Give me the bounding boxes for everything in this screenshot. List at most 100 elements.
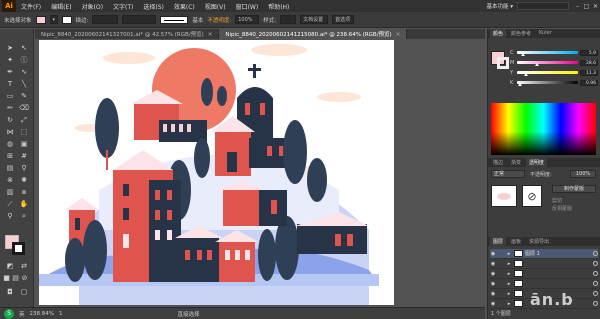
default-colors-icon[interactable]: ◩ — [4, 261, 16, 271]
tab-close-icon[interactable]: ✕ — [208, 32, 213, 38]
tab-kuler[interactable]: Kuler — [536, 29, 555, 38]
magic-wand-tool-icon[interactable]: ✦ — [4, 55, 16, 65]
zoom-out-tool-icon[interactable]: ⌕ — [18, 211, 30, 221]
menu-item[interactable]: 效果(C) — [169, 2, 200, 11]
menu-item[interactable]: 对象(O) — [77, 2, 108, 11]
gradient-mode-icon[interactable]: ▤ — [11, 273, 20, 283]
shape-builder-tool-icon[interactable]: ◍ — [4, 139, 16, 149]
fill-dropdown[interactable]: ▾ — [49, 15, 58, 24]
target-icon[interactable] — [593, 271, 598, 276]
tab-stroke[interactable]: 描边 — [490, 158, 506, 167]
eraser-tool-icon[interactable]: ⌫ — [18, 103, 30, 113]
color-slider-row[interactable]: K 0.96 — [510, 79, 598, 86]
artboard-tool-icon[interactable]: ⧈ — [18, 187, 30, 197]
target-icon[interactable] — [593, 301, 598, 306]
eye-icon[interactable]: ◉ — [490, 291, 496, 297]
expand-arrow-icon[interactable]: ▸ — [506, 281, 512, 287]
opacity-field[interactable]: 100% — [570, 170, 596, 178]
live-paint-tool-icon[interactable]: ▣ — [18, 139, 30, 149]
expand-arrow-icon[interactable]: ▸ — [506, 271, 512, 277]
tab-color-guide[interactable]: 颜色参考 — [508, 29, 534, 38]
expand-arrow-icon[interactable]: ▸ — [506, 261, 512, 267]
layer-row[interactable]: ◉ ▸ 图层 1 — [490, 249, 598, 259]
tab-gradient[interactable]: 渐变 — [508, 158, 524, 167]
perspective-grid-tool-icon[interactable]: ⊞ — [4, 151, 16, 161]
pencil-tool-icon[interactable]: ✏ — [4, 103, 16, 113]
eye-icon[interactable]: ◉ — [490, 301, 496, 307]
color-spectrum-picker[interactable] — [491, 103, 596, 155]
slider-value-input[interactable]: 28.6 — [580, 59, 598, 66]
rotate-tool-icon[interactable]: ↻ — [4, 115, 16, 125]
width-tool-icon[interactable]: ⋈ — [4, 127, 16, 137]
maximize-button[interactable]: □ — [582, 3, 591, 10]
layer-name[interactable]: 图层 1 — [525, 250, 591, 257]
layer-row[interactable]: ◉ ▸ — [490, 259, 598, 269]
eye-icon[interactable]: ◉ — [490, 251, 496, 257]
stroke-color-box[interactable] — [12, 242, 25, 255]
direct-selection-tool-icon[interactable]: ↖ — [18, 43, 30, 53]
hand-tool-icon[interactable]: ✋ — [18, 199, 30, 209]
pen-tool-icon[interactable]: ✒ — [4, 67, 16, 77]
expand-arrow-icon[interactable]: ▸ — [506, 301, 512, 307]
expand-arrow-icon[interactable]: ▸ — [506, 291, 512, 297]
zoom-level[interactable]: 238.84% — [30, 311, 54, 317]
gradient-tool-icon[interactable]: ▤ — [4, 163, 16, 173]
mask-none-icon[interactable]: ⊘ — [522, 185, 542, 207]
screen-mode-icon[interactable]: ▢ — [18, 287, 30, 297]
slice-tool-icon[interactable]: ⟋ — [4, 199, 16, 209]
tab-asset-export[interactable]: 资源导出 — [526, 237, 552, 246]
clip-checkbox[interactable]: 剪切 — [552, 197, 562, 204]
opacity-input[interactable]: 100% — [235, 15, 260, 24]
swap-colors-icon[interactable]: ⇄ — [18, 261, 30, 271]
curvature-tool-icon[interactable]: ∿ — [18, 67, 30, 77]
menu-item[interactable]: 窗口(W) — [231, 2, 264, 11]
tab-close-icon[interactable]: ✕ — [396, 32, 401, 38]
type-tool-icon[interactable]: T — [4, 79, 16, 89]
slider-track[interactable] — [517, 81, 578, 86]
menu-item[interactable]: 选择(S) — [138, 2, 169, 11]
graphic-style-dropdown[interactable] — [280, 15, 297, 24]
expand-arrow-icon[interactable]: ▸ — [506, 251, 512, 257]
target-icon[interactable] — [593, 251, 598, 256]
target-icon[interactable] — [593, 291, 598, 296]
tab-transparency[interactable]: 透明度 — [526, 158, 548, 167]
page-number[interactable]: 1 — [59, 311, 63, 317]
invert-mask-checkbox[interactable]: 反相蒙版 — [552, 205, 572, 212]
tab-artboards[interactable]: 画板 — [508, 237, 524, 246]
color-mode-icon[interactable]: ■ — [2, 273, 11, 283]
selection-tool-icon[interactable]: ➤ — [4, 43, 16, 53]
slider-track[interactable] — [517, 61, 578, 66]
drawing-mode-icon[interactable]: ◘ — [4, 287, 16, 297]
tab-color[interactable]: 颜色 — [490, 29, 507, 38]
menu-item[interactable]: 编辑(E) — [46, 2, 76, 11]
paintbrush-tool-icon[interactable]: ✎ — [18, 91, 30, 101]
opacity-label[interactable]: 不透明度: — [207, 16, 231, 24]
color-slider-row[interactable]: C 5.9 — [510, 49, 598, 56]
layer-row[interactable]: ◉ ▸ — [490, 279, 598, 289]
none-mode-icon[interactable]: ⊘ — [20, 273, 29, 283]
color-slider-row[interactable]: Y 11.3 — [510, 69, 598, 76]
slider-handle[interactable] — [517, 83, 522, 86]
preferences-button[interactable]: 首选项 — [332, 15, 355, 24]
stroke-color-swatch[interactable] — [61, 15, 72, 24]
slider-track[interactable] — [517, 71, 578, 76]
panel-stroke-swatch[interactable] — [497, 57, 509, 69]
slider-handle[interactable] — [523, 73, 528, 76]
variable-width-dropdown[interactable] — [122, 15, 157, 24]
slider-handle[interactable] — [520, 53, 525, 56]
blend-tool-icon[interactable]: ⊗ — [4, 175, 16, 185]
ime-indicator-icon[interactable]: S — [4, 308, 14, 319]
menu-item[interactable]: 视图(V) — [200, 2, 231, 11]
eye-icon[interactable]: ◉ — [490, 261, 496, 267]
line-tool-icon[interactable]: ╲ — [18, 79, 30, 89]
scale-tool-icon[interactable]: ⤢ — [18, 115, 30, 125]
eye-icon[interactable]: ◉ — [490, 281, 496, 287]
eye-icon[interactable]: ◉ — [490, 271, 496, 277]
lasso-tool-icon[interactable]: ⓛ — [18, 55, 30, 65]
slider-handle[interactable] — [534, 63, 539, 66]
slider-track[interactable] — [517, 51, 578, 56]
stroke-weight-dropdown[interactable] — [92, 15, 119, 24]
menu-item[interactable]: 文字(T) — [108, 2, 138, 11]
layer-row[interactable]: ◉ ▸ — [490, 269, 598, 279]
mesh-tool-icon[interactable]: # — [18, 151, 30, 161]
